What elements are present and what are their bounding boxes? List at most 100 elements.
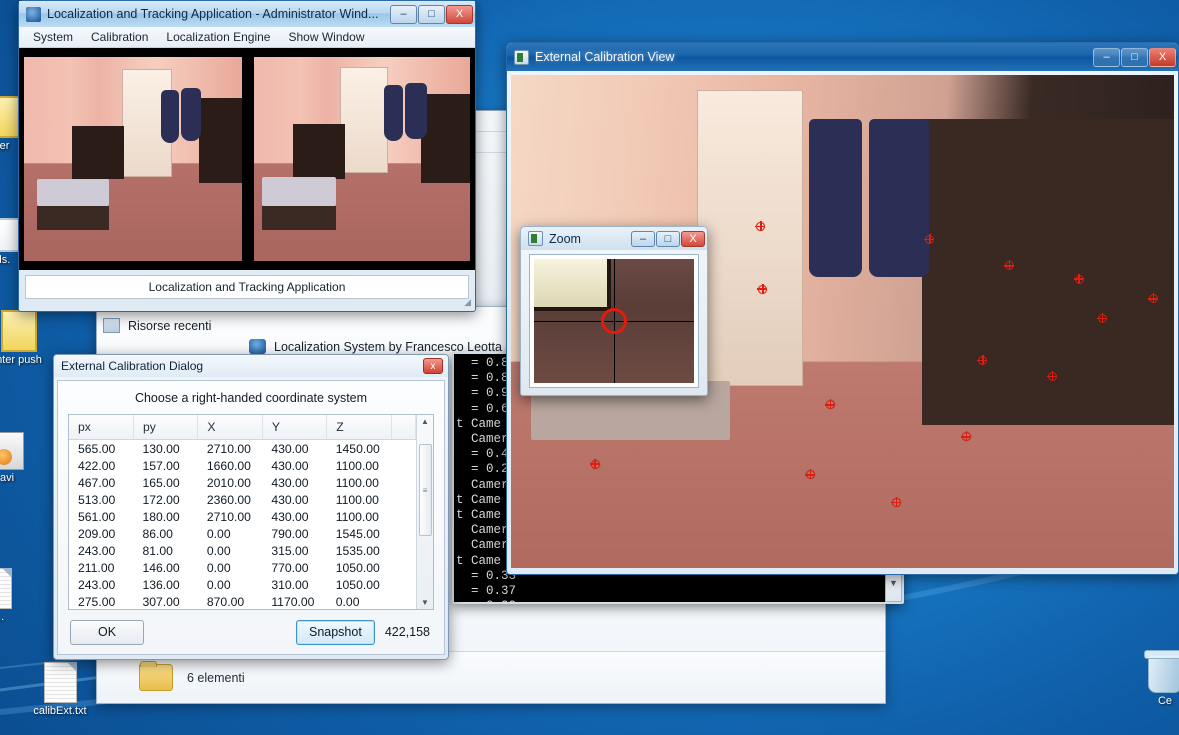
table-cell: 275.00 — [78, 594, 116, 609]
maximize-button[interactable]: □ — [418, 4, 445, 24]
table-column-header-Y[interactable]: Y — [262, 415, 328, 440]
menu-localization-engine[interactable]: Localization Engine — [158, 28, 278, 46]
coat-shape — [161, 89, 179, 143]
camera-view-left[interactable] — [19, 48, 247, 270]
maximize-button[interactable]: □ — [656, 230, 680, 247]
table-column-header-X[interactable]: X — [197, 415, 263, 440]
coordinate-readout: 422,158 — [384, 625, 430, 640]
resize-grip-icon[interactable]: ◢ — [464, 297, 471, 308]
table-cell: 565.00 — [78, 441, 116, 456]
table-column-header-Z[interactable]: Z — [326, 415, 392, 440]
minimize-button[interactable]: – — [390, 4, 417, 24]
desktop-icon-recycle-bin[interactable]: Ce — [1128, 655, 1179, 707]
zoom-canvas[interactable] — [529, 254, 699, 388]
desktop-icon-label: avi — [0, 472, 15, 484]
calibration-table-scrollbar[interactable]: ▲ ≡ ▼ — [416, 415, 433, 610]
zoom-title: Zoom — [549, 231, 581, 246]
app-menubar[interactable]: System Calibration Localization Engine S… — [19, 27, 475, 48]
table-row[interactable]: 275.00 307.00 870.00 1170.00 0.00 — [69, 593, 416, 609]
desktop-icon-label: Ce — [1157, 695, 1173, 707]
ecd-title: External Calibration Dialog — [61, 359, 204, 373]
shelf-shape — [198, 97, 243, 184]
zoom-window[interactable]: Zoom – □ X — [520, 226, 708, 396]
table-column-header-px[interactable]: px — [69, 415, 134, 440]
table-cell: 307.00 — [142, 594, 180, 609]
close-button[interactable]: X — [446, 4, 473, 24]
ecv-titlebar[interactable]: External Calibration View – □ X — [507, 43, 1178, 71]
scroll-up-icon[interactable]: ▲ — [421, 417, 429, 426]
calibration-marker-icon[interactable] — [1047, 370, 1058, 381]
table-row[interactable]: 513.00 172.00 2360.00 430.00 1100.00 — [69, 491, 416, 508]
calibration-table-container[interactable]: px py X Y Z 565.00 130.00 2710.00 430.00 1450.00… — [68, 414, 434, 611]
table-cell: 310.00 — [271, 577, 309, 592]
zoom-titlebar[interactable]: Zoom – □ X — [521, 227, 707, 250]
ecd-footer: OK Snapshot 422,158 — [58, 610, 444, 654]
maximize-button[interactable]: □ — [1121, 47, 1148, 67]
table-cell: 0.00 — [335, 594, 360, 609]
external-calibration-dialog[interactable]: External Calibration Dialog x Choose a r… — [53, 354, 449, 660]
table-cell: 430.00 — [271, 509, 309, 524]
desktop-icon-label: ds. — [0, 254, 11, 266]
app-titlebar[interactable]: Localization and Tracking Application - … — [19, 1, 475, 27]
calibration-table[interactable]: px py X Y Z 565.00 130.00 2710.00 430.00 1450.00… — [69, 415, 417, 609]
table-cell: 1450.00 — [335, 441, 380, 456]
table-cell: 315.00 — [271, 543, 309, 558]
main-application-window[interactable]: Localization and Tracking Application - … — [18, 0, 476, 312]
table-cell — [391, 440, 415, 458]
recycle-bin-icon — [1148, 655, 1179, 693]
door-shape — [696, 89, 803, 386]
table-row[interactable]: 565.00 130.00 2710.00 430.00 1450.00 — [69, 440, 416, 458]
ecd-titlebar[interactable]: External Calibration Dialog x — [54, 355, 448, 377]
table-cell: 1100.00 — [335, 509, 379, 524]
minimize-button[interactable]: – — [631, 230, 655, 247]
scroll-down-icon[interactable]: ▼ — [421, 598, 429, 607]
desktop-icon-printer-push[interactable]: nter push — [0, 310, 56, 366]
table-cell: 430.00 — [271, 475, 309, 490]
table-cell: 0.00 — [206, 526, 231, 541]
table-row[interactable]: 561.00 180.00 2710.00 430.00 1100.00 — [69, 508, 416, 525]
cabinet-shape — [71, 126, 125, 180]
table-row[interactable]: 209.00 86.00 0.00 790.00 1545.00 — [69, 525, 416, 542]
table-row[interactable]: 467.00 165.00 2010.00 430.00 1100.00 — [69, 474, 416, 491]
table-cell: 467.00 — [78, 475, 116, 490]
table-cell: 0.00 — [206, 577, 231, 592]
calibration-marker-icon[interactable] — [757, 283, 768, 294]
calibration-marker-icon[interactable] — [1096, 313, 1107, 324]
desktop-icon-at[interactable]: at... — [0, 568, 32, 623]
minimize-button[interactable]: – — [1093, 47, 1120, 67]
ecv-window-controls: – □ X — [1093, 47, 1176, 67]
table-row[interactable]: 422.00 157.00 1660.00 430.00 1100.00 — [69, 457, 416, 474]
desktop-icon-avi[interactable]: avi — [0, 432, 44, 484]
table-cell: 513.00 — [78, 492, 116, 507]
table-row[interactable]: 243.00 136.00 0.00 310.00 1050.00 — [69, 576, 416, 593]
menu-show-window[interactable]: Show Window — [280, 28, 372, 46]
app-icon — [26, 6, 41, 22]
table-cell — [391, 593, 415, 609]
text-file-icon — [43, 662, 77, 703]
table-row[interactable]: 211.00 146.00 0.00 770.00 1050.00 — [69, 559, 416, 576]
app-status-text: Localization and Tracking Application — [148, 280, 346, 294]
close-button[interactable]: X — [1149, 47, 1176, 67]
recent-icon — [103, 318, 120, 333]
table-cell: 1050.00 — [335, 560, 380, 575]
scrollbar-thumb[interactable]: ≡ — [418, 444, 432, 536]
close-button[interactable]: X — [681, 230, 705, 247]
ok-button[interactable]: OK — [70, 619, 144, 645]
table-cell: 146.00 — [142, 560, 180, 575]
desktop-icon-calibext[interactable]: calibExt.txt — [23, 662, 97, 717]
table-row[interactable]: 243.00 81.00 0.00 315.00 1535.00 — [69, 542, 416, 559]
calibration-marker-icon[interactable] — [1073, 273, 1084, 284]
menu-system[interactable]: System — [25, 28, 81, 46]
menu-calibration[interactable]: Calibration — [83, 28, 156, 46]
camera-view-right[interactable] — [247, 48, 475, 270]
table-cell: 430.00 — [271, 441, 309, 456]
close-icon[interactable]: x — [423, 358, 443, 374]
snapshot-button[interactable]: Snapshot — [295, 619, 375, 645]
calibration-marker-icon[interactable] — [589, 458, 600, 469]
table-column-header-py[interactable]: py — [133, 415, 199, 440]
table-cell: 209.00 — [78, 526, 116, 541]
table-cell — [391, 525, 415, 542]
table-cell: 0.00 — [206, 560, 231, 575]
table-cell: 1535.00 — [335, 543, 380, 558]
table-cell — [391, 508, 415, 525]
